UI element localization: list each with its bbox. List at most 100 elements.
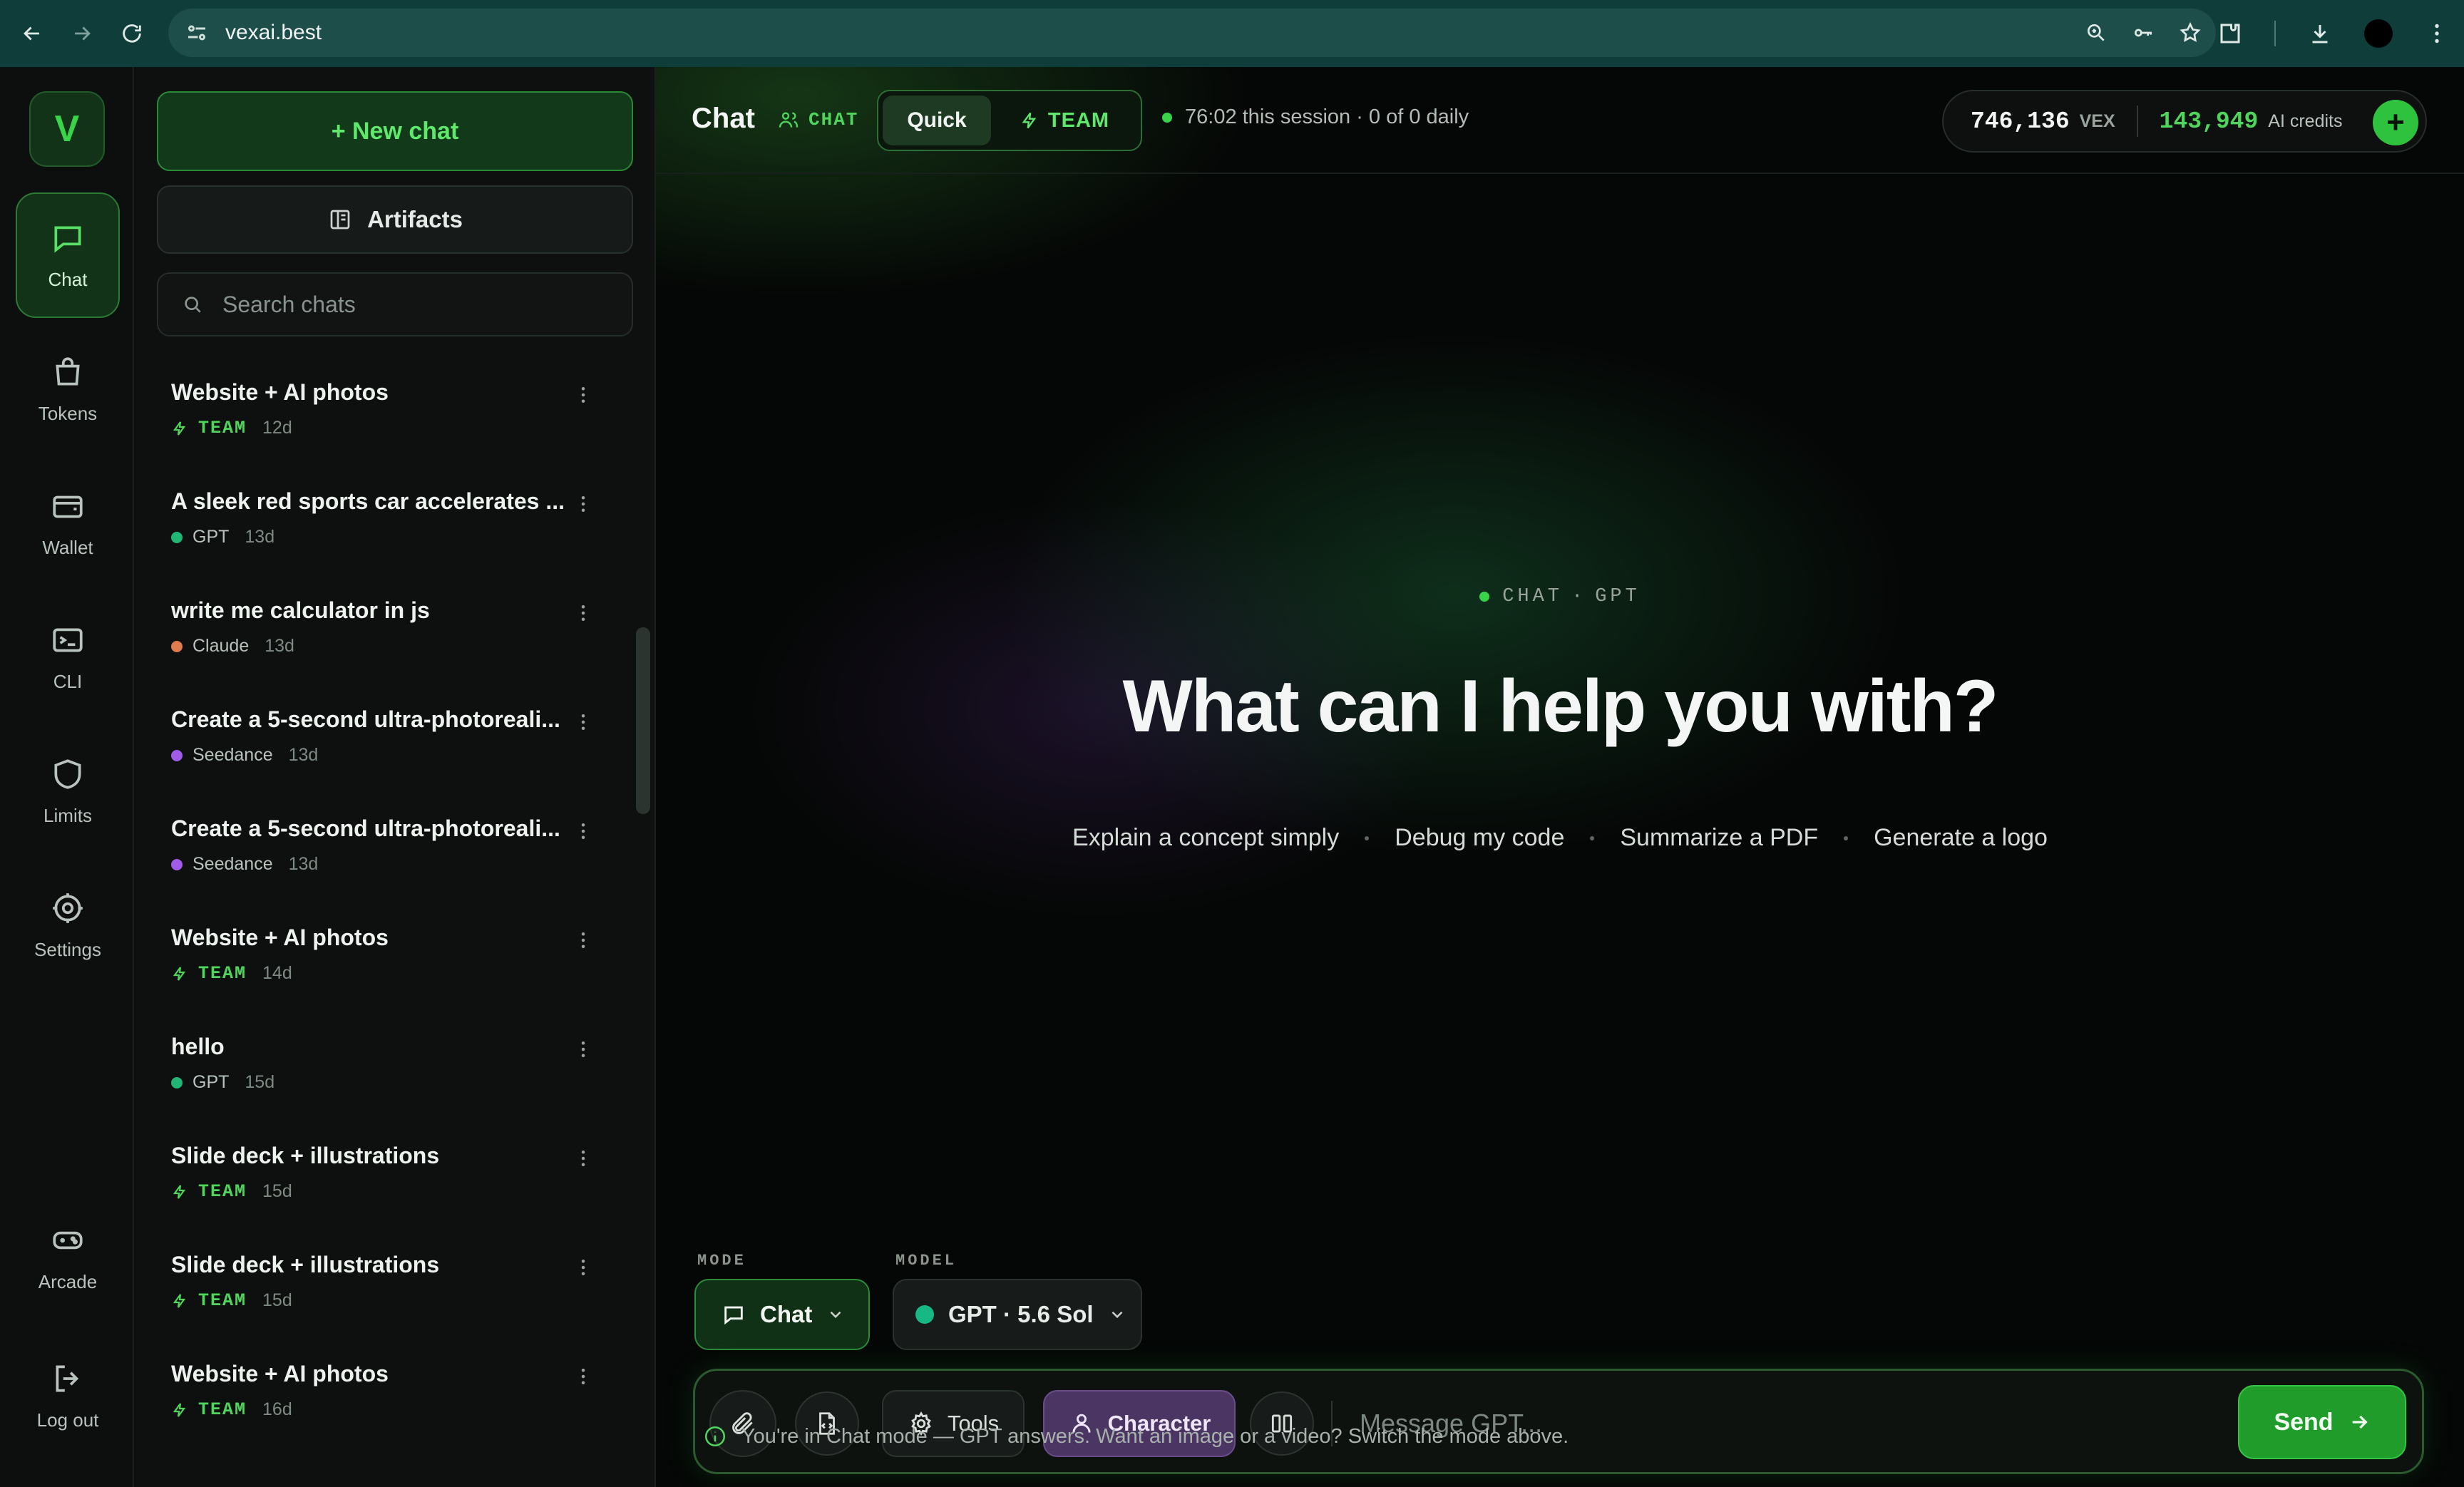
chat-item-title: Website + AI photos (171, 925, 389, 950)
reload-icon[interactable] (114, 16, 150, 51)
chat-item-menu-icon[interactable] (569, 708, 597, 736)
chat-list-item[interactable]: A sleek red sports car accelerates ... GP… (157, 470, 633, 579)
artifacts-icon (330, 210, 350, 230)
hero-title: What can I help you with? (1122, 665, 1999, 748)
model-dropdown[interactable]: GPT · 5.6 Sol (893, 1279, 1142, 1350)
search-chats-input[interactable] (222, 291, 622, 318)
zoom-icon[interactable] (2085, 21, 2108, 44)
suggestion-explain[interactable]: Explain a concept simply (1072, 824, 1339, 852)
bolt-icon (173, 421, 186, 436)
address-bar[interactable]: vexai.best (168, 9, 2216, 57)
chat-item-tag: TEAM (198, 1399, 247, 1420)
vex-balance: 746,136 (1971, 108, 2070, 135)
chat-mode-tag: CHAT (777, 108, 858, 131)
model-color-dot (171, 749, 183, 761)
model-color-dot (171, 531, 183, 543)
team-option[interactable]: TEAM (997, 96, 1132, 145)
message-composer: Tools Character Send (693, 1369, 2424, 1474)
new-chat-button[interactable]: + New chat (157, 91, 633, 171)
chat-sidebar: + New chat Artifacts Website + AI photos… (135, 67, 656, 1487)
rail-item-arcade[interactable]: Arcade (16, 1195, 120, 1320)
chat-item-menu-icon[interactable] (569, 381, 597, 409)
chat-list-item[interactable]: Create a 5-second ultra-photoreali... See… (157, 797, 633, 906)
quick-option[interactable]: Quick (883, 96, 991, 145)
gear-icon (53, 892, 83, 923)
chat-item-menu-icon[interactable] (569, 1362, 597, 1391)
chevron-down-icon (1112, 1311, 1122, 1319)
bolt-icon (173, 1402, 186, 1417)
suggestion-separator (1590, 835, 1595, 840)
profile-avatar[interactable] (2364, 19, 2393, 48)
rail-item-label: Arcade (38, 1270, 98, 1292)
session-status: 76:02 this session · 0 of 0 daily (1162, 106, 1469, 129)
chat-item-menu-icon[interactable] (569, 1035, 597, 1064)
chat-item-title: Slide deck + illustrations (171, 1252, 440, 1277)
rail-item-cli[interactable]: CLI (16, 595, 120, 720)
chat-item-title: A sleek red sports car accelerates ... (171, 488, 565, 514)
chat-item-menu-icon[interactable] (569, 1144, 597, 1173)
chat-item-menu-icon[interactable] (569, 817, 597, 845)
suggestion-logo[interactable]: Generate a logo (1874, 824, 2048, 852)
chat-list-item[interactable]: Slide deck + illustrations TEAM 15d (157, 1124, 633, 1233)
forward-icon[interactable] (64, 16, 100, 51)
url-text[interactable]: vexai.best (225, 21, 322, 45)
chat-item-model: GPT (192, 1072, 230, 1092)
suggestion-summarize[interactable]: Summarize a PDF (1620, 824, 1818, 852)
rail-item-wallet[interactable]: Wallet (16, 460, 120, 586)
artifacts-label: Artifacts (367, 206, 463, 232)
rail-item-logout[interactable]: Log out (16, 1333, 120, 1458)
chat-list-item[interactable]: hello GPT 15d (157, 1015, 633, 1124)
chat-list-item[interactable]: Website + AI photos TEAM 16d (157, 1342, 633, 1451)
chat-list-item[interactable]: Create a 5-second ultra-photoreali... See… (157, 688, 633, 797)
chat-item-model: Seedance (192, 745, 273, 765)
rail-item-chat[interactable]: Chat (16, 192, 120, 318)
balance-pill: 746,136 VEX 143,949 AI credits + (1942, 90, 2427, 153)
chat-tag-label: CHAT (808, 109, 859, 130)
suggestion-debug[interactable]: Debug my code (1395, 824, 1564, 852)
search-icon (185, 297, 201, 313)
sidebar-scrollbar[interactable] (636, 627, 650, 814)
mode-label: MODE (697, 1252, 746, 1270)
site-info-icon[interactable] (184, 20, 210, 46)
hero-tag-mode: CHAT (1502, 586, 1563, 607)
chat-item-meta: TEAM 12d (171, 418, 292, 438)
back-icon[interactable] (14, 16, 50, 51)
download-icon[interactable] (2307, 21, 2333, 46)
chat-list-item[interactable]: Website + AI photos TEAM 14d (157, 906, 633, 1015)
chat-item-meta: Claude 13d (171, 636, 294, 657)
add-credits-button[interactable]: + (2373, 100, 2418, 145)
search-chats-box[interactable] (157, 272, 633, 336)
chat-item-age: 13d (245, 527, 275, 547)
bolt-icon (173, 966, 186, 981)
bookmark-star-icon[interactable] (2179, 21, 2202, 44)
chat-list-item[interactable]: Website + AI photos TEAM 12d (157, 361, 633, 470)
chat-list-item[interactable]: Slide deck + illustrations TEAM 15d (157, 1233, 633, 1342)
mode-dropdown[interactable]: Chat (694, 1279, 870, 1350)
extensions-icon[interactable] (2217, 21, 2243, 46)
chat-item-age: 13d (288, 745, 319, 765)
top-bar: Chat CHAT Quick TEAM 76:02 this session … (656, 67, 2464, 174)
send-button[interactable]: Send (2238, 1385, 2406, 1459)
chat-item-age: 12d (262, 418, 292, 438)
chat-item-menu-icon[interactable] (569, 599, 597, 627)
chat-item-menu-icon[interactable] (569, 926, 597, 955)
chat-item-age: 14d (262, 963, 292, 983)
artifacts-button[interactable]: Artifacts (157, 185, 633, 254)
app-logo[interactable]: V (29, 91, 105, 167)
chat-item-title: Create a 5-second ultra-photoreali... (171, 815, 560, 841)
session-text: 76:02 this session · 0 of 0 daily (1185, 106, 1469, 128)
rail-item-limits[interactable]: Limits (16, 729, 120, 854)
chat-item-title: write me calculator in js (171, 597, 430, 623)
more-menu-icon[interactable] (2424, 21, 2450, 46)
shopping-bag-icon (56, 356, 80, 386)
rail-item-label: Tokens (38, 402, 98, 424)
chat-item-tag: TEAM (198, 1181, 247, 1202)
chat-item-menu-icon[interactable] (569, 1253, 597, 1282)
hero-tag-separator: · (1571, 586, 1587, 607)
rail-item-tokens[interactable]: Tokens (16, 326, 120, 452)
key-icon[interactable] (2132, 21, 2155, 44)
suggestion-separator (1365, 835, 1370, 840)
rail-item-settings[interactable]: Settings (16, 863, 120, 988)
chat-list-item[interactable]: write me calculator in js Claude 13d (157, 579, 633, 688)
chat-item-menu-icon[interactable] (569, 490, 597, 518)
